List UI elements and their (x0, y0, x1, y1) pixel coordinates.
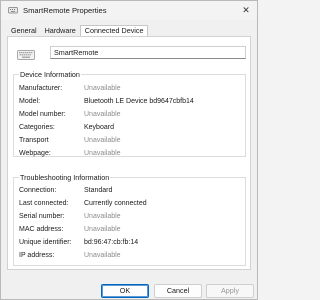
info-value: Unavailable (84, 213, 121, 220)
properties-dialog: SmartRemote Properties ✕ General Hardwar… (0, 0, 258, 300)
info-label: Connection: (19, 187, 57, 194)
trouble-row-connection: Connection: Standard (19, 187, 244, 197)
trouble-row-unique-identifier: Unique identifier: bd:96:47:cb:fb:14 (19, 239, 244, 249)
apply-button[interactable]: Apply (206, 284, 254, 298)
info-label: Webpage: (19, 150, 51, 157)
info-value: Standard (84, 187, 113, 194)
info-value: Unavailable (84, 150, 121, 157)
ok-button[interactable]: OK (101, 284, 149, 298)
trouble-row-mac-address: MAC address: Unavailable (19, 226, 244, 236)
close-icon: ✕ (242, 4, 250, 15)
info-value: Unavailable (84, 111, 121, 118)
info-label: Unique identifier: (19, 239, 72, 246)
info-row-transport: Transport Unavailable (19, 137, 244, 147)
info-label: MAC address: (19, 226, 64, 233)
info-label: Manufacturer: (19, 85, 63, 92)
info-row-manufacturer: Manufacturer: Unavailable (19, 85, 244, 95)
keyboard-device-icon (8, 6, 18, 14)
window-title: SmartRemote Properties (23, 6, 107, 15)
close-button[interactable]: ✕ (239, 3, 253, 17)
info-label: Categories: (19, 124, 55, 131)
info-label: Serial number: (19, 213, 65, 220)
info-value: Unavailable (84, 252, 121, 259)
trouble-row-last-connected: Last connected: Currently connected (19, 200, 244, 210)
info-row-webpage: Webpage: Unavailable (19, 150, 244, 160)
info-value: Keyboard (84, 124, 114, 131)
info-label: Model: (19, 98, 41, 105)
info-value: Bluetooth LE Device bd9647cbfb14 (84, 98, 194, 105)
trouble-row-ip-address: IP address: Unavailable (19, 252, 244, 262)
info-label: Transport (19, 137, 49, 144)
info-value: bd:96:47:cb:fb:14 (84, 239, 139, 246)
info-row-model: Model: Bluetooth LE Device bd9647cbfb14 (19, 98, 244, 108)
connected-device-panel: SmartRemote Device Information Manufactu… (7, 36, 251, 270)
device-information-title: Device Information (19, 70, 81, 79)
troubleshooting-information-group: Troubleshooting Information Connection: … (13, 173, 246, 266)
info-label: Last connected: (19, 200, 69, 207)
cancel-button[interactable]: Cancel (154, 284, 202, 298)
trouble-row-serial-number: Serial number: Unavailable (19, 213, 244, 223)
info-value: Unavailable (84, 85, 121, 92)
info-value: Currently connected (84, 200, 147, 207)
keyboard-icon (17, 50, 35, 60)
info-value: Unavailable (84, 226, 121, 233)
info-row-categories: Categories: Keyboard (19, 124, 244, 134)
info-row-model-number: Model number: Unavailable (19, 111, 244, 121)
device-information-group: Device Information Manufacturer: Unavail… (13, 70, 246, 160)
troubleshooting-information-title: Troubleshooting Information (19, 173, 111, 182)
device-name-field[interactable]: SmartRemote (50, 46, 246, 59)
info-label: Model number: (19, 111, 66, 118)
info-value: Unavailable (84, 137, 121, 144)
info-label: IP address: (19, 252, 55, 259)
title-bar: SmartRemote Properties ✕ (1, 1, 257, 20)
